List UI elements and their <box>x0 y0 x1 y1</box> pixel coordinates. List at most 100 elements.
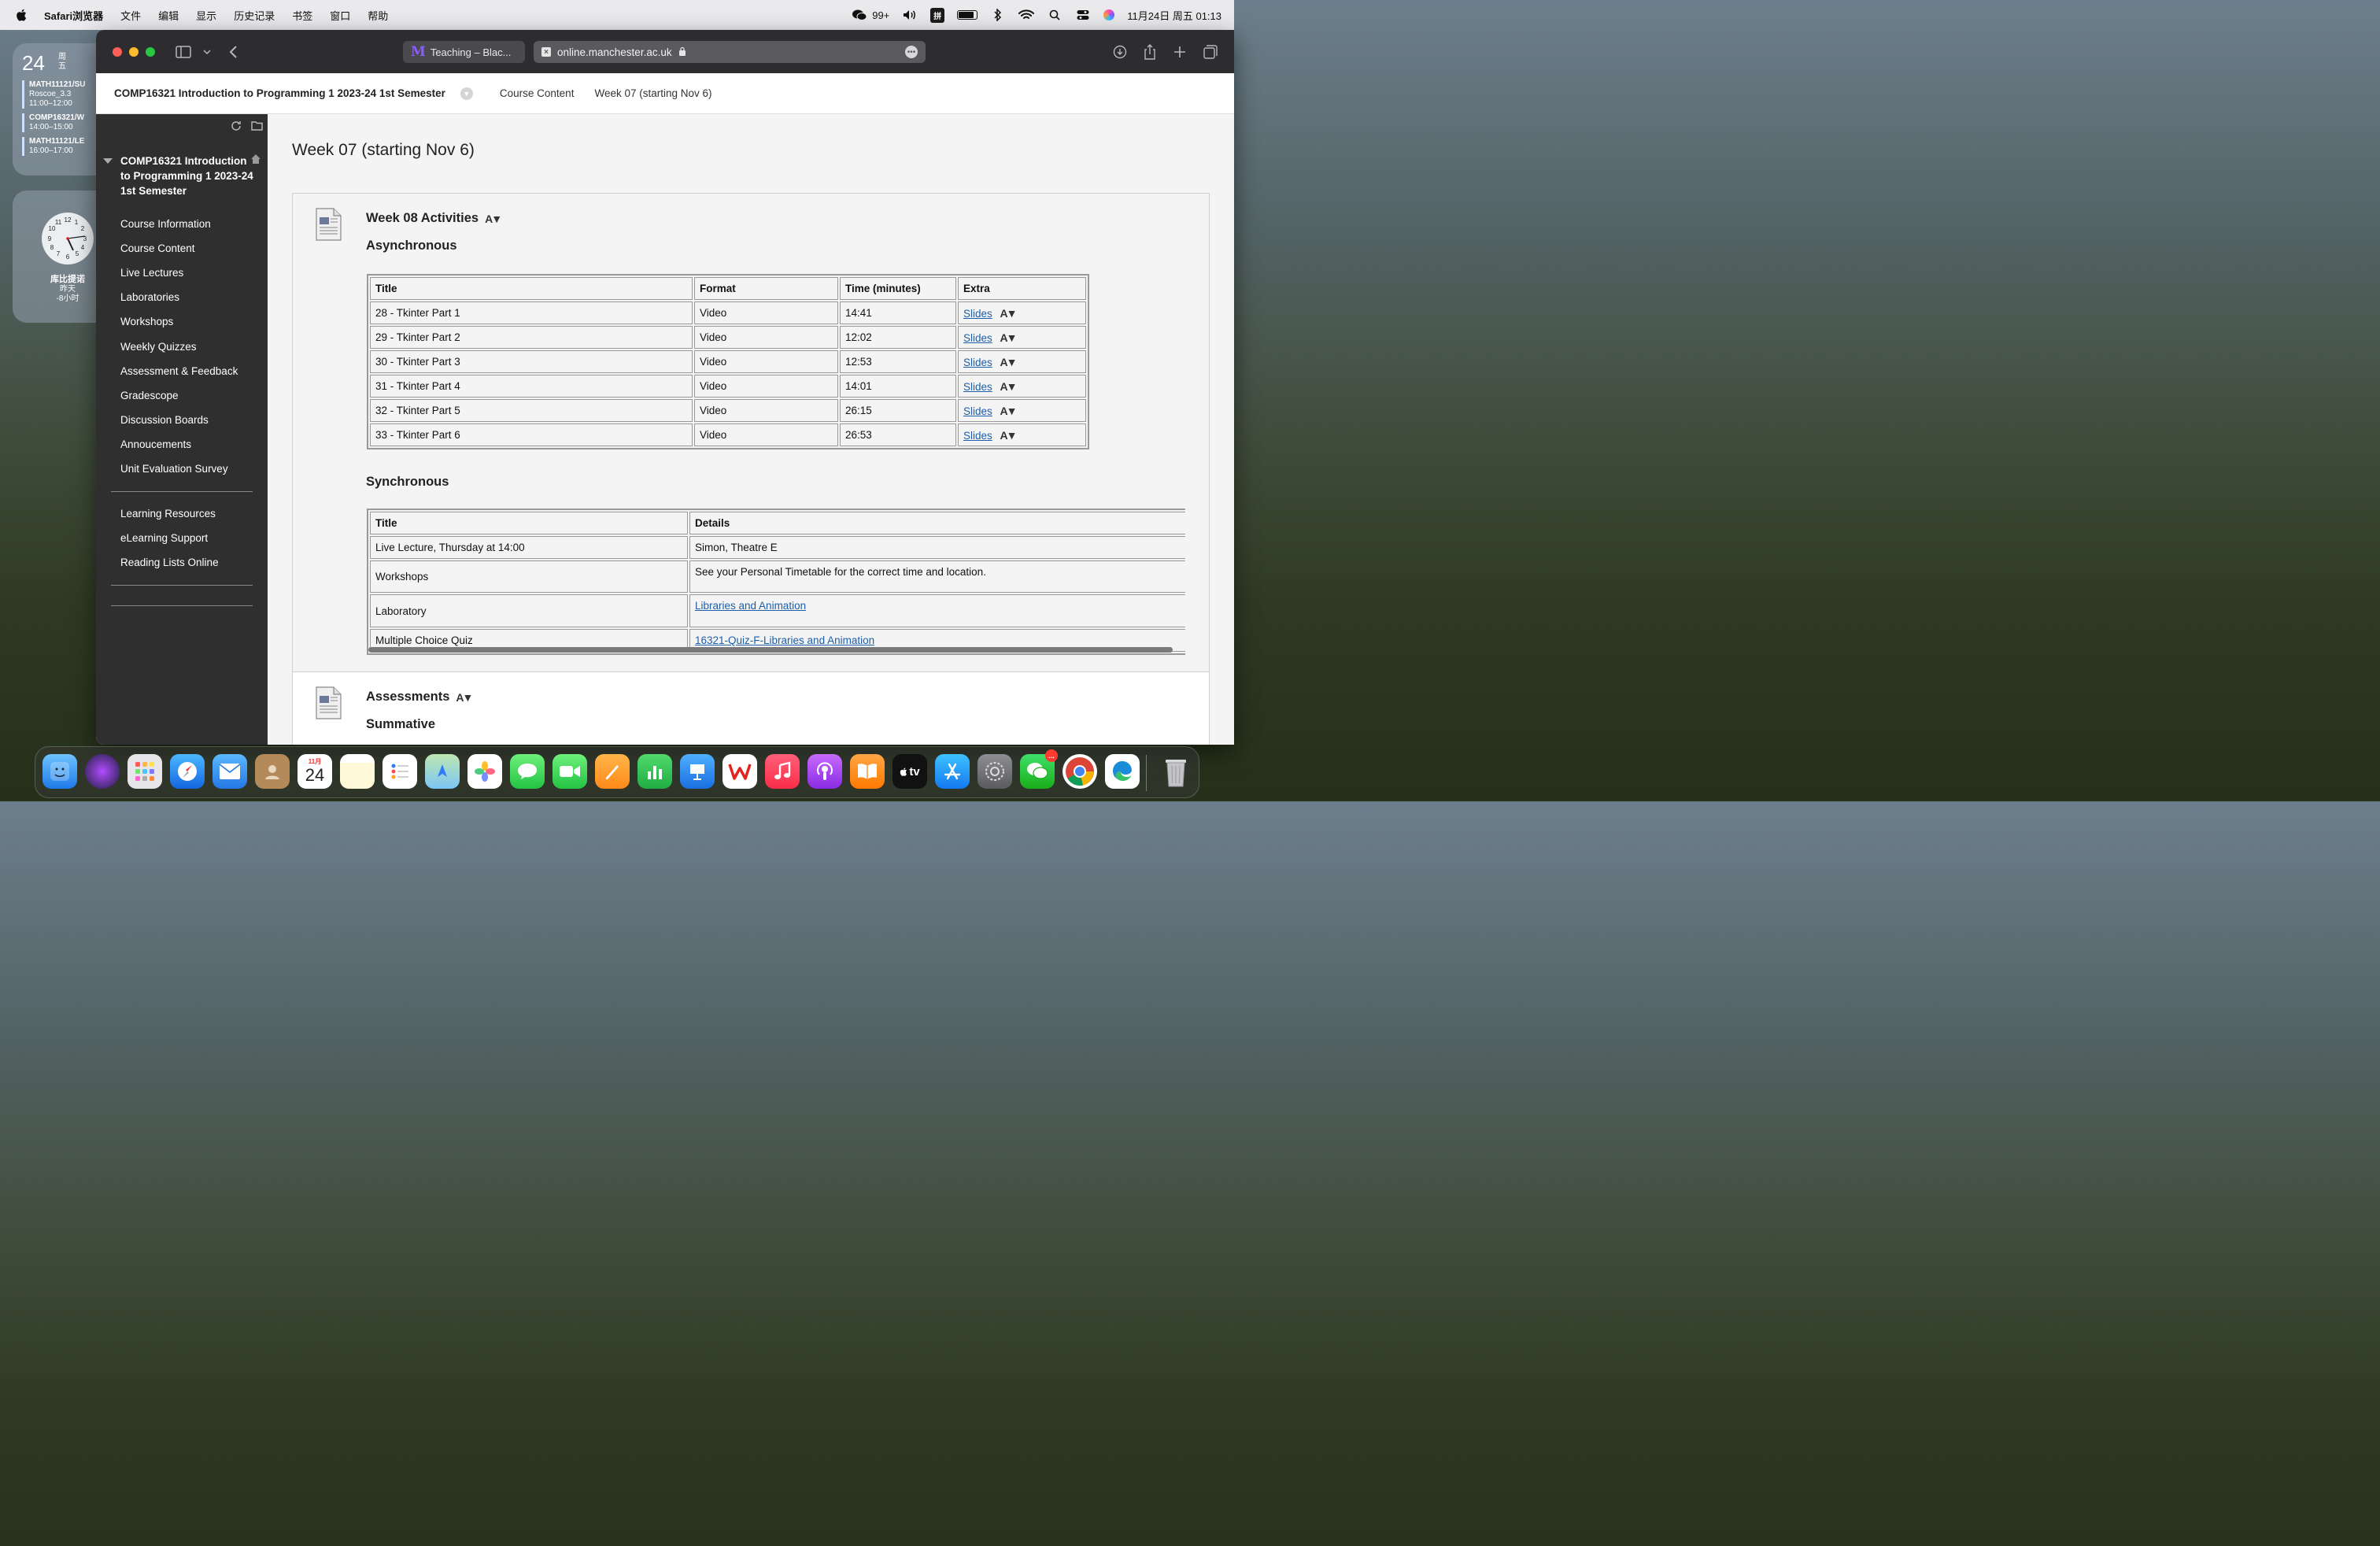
menu-history[interactable]: 历史记录 <box>234 8 275 23</box>
sync-table-scroll-area[interactable]: Title Details Live Lecture, Thursday at … <box>367 509 1185 655</box>
new-tab-icon[interactable] <box>1171 43 1188 61</box>
sidebar-item-laboratories[interactable]: Laboratories <box>120 285 238 309</box>
sidebar-item-reading-lists[interactable]: Reading Lists Online <box>120 550 219 575</box>
music-icon[interactable] <box>765 754 800 789</box>
sidebar-item-weekly-quizzes[interactable]: Weekly Quizzes <box>120 334 238 358</box>
sidebar-course-name[interactable]: COMP16321 Introduction to Programming 1 … <box>120 153 254 198</box>
more-options-icon[interactable]: ••• <box>905 46 918 58</box>
trash-icon[interactable] <box>1159 754 1193 789</box>
minimize-window-button[interactable] <box>129 47 139 57</box>
menu-window[interactable]: 窗口 <box>330 8 350 23</box>
menu-file[interactable]: 文件 <box>120 8 141 23</box>
sidebar-item-assessment-feedback[interactable]: Assessment & Feedback <box>120 359 238 383</box>
close-window-button[interactable] <box>113 47 122 57</box>
browser-tab[interactable]: M Teaching – Blac... <box>403 41 525 63</box>
wechat-status-icon[interactable] <box>852 9 867 21</box>
wifi-icon[interactable] <box>1018 9 1035 21</box>
laboratory-link[interactable]: Libraries and Animation <box>695 600 806 612</box>
sidebar-item-workshops[interactable]: Workshops <box>120 309 238 334</box>
facetime-icon[interactable] <box>552 754 587 789</box>
share-icon[interactable] <box>1141 43 1159 61</box>
sidebar-item-course-content[interactable]: Course Content <box>120 236 238 261</box>
books-icon[interactable] <box>850 754 885 789</box>
slides-link[interactable]: Slides <box>963 332 992 344</box>
finder-icon[interactable] <box>42 754 77 789</box>
sort-order-icon[interactable]: A▼ <box>1000 331 1018 344</box>
item-title[interactable]: Assessments A▼ <box>366 690 473 705</box>
sort-order-icon[interactable]: A▼ <box>1000 405 1018 417</box>
zoom-window-button[interactable] <box>146 47 155 57</box>
pages-icon[interactable] <box>595 754 630 789</box>
chrome-icon[interactable] <box>1062 754 1097 789</box>
mail-icon[interactable] <box>213 754 247 789</box>
sidebar-item-learning-resources[interactable]: Learning Resources <box>120 501 219 526</box>
launchpad-icon[interactable] <box>128 754 162 789</box>
folder-view-icon[interactable] <box>251 120 263 134</box>
item-title[interactable]: Week 08 Activities A▼ <box>366 211 502 226</box>
messages-icon[interactable] <box>510 754 545 789</box>
chevron-down-icon[interactable] <box>198 43 216 61</box>
close-tab-icon[interactable]: × <box>541 47 551 57</box>
app-store-icon[interactable] <box>935 754 970 789</box>
wps-office-icon[interactable] <box>722 754 757 789</box>
edge-icon[interactable] <box>1105 754 1140 789</box>
course-menu-chevron-icon[interactable]: ▼ <box>460 87 473 100</box>
menu-edit[interactable]: 编辑 <box>158 8 179 23</box>
photos-icon[interactable] <box>468 754 502 789</box>
app-name-menu[interactable]: Safari浏览器 <box>44 8 103 23</box>
sort-order-icon[interactable]: A▼ <box>1000 356 1018 368</box>
item-title-text[interactable]: Assessments <box>366 690 449 705</box>
slides-link[interactable]: Slides <box>963 405 992 417</box>
refresh-icon[interactable] <box>231 120 242 134</box>
control-center-icon[interactable] <box>1075 9 1091 21</box>
calendar-app-icon[interactable]: 11月 24 <box>298 754 332 789</box>
input-method-badge[interactable]: 拼 <box>930 7 945 23</box>
home-icon[interactable] <box>250 153 261 167</box>
menu-view[interactable]: 显示 <box>196 8 216 23</box>
volume-icon[interactable] <box>902 9 918 21</box>
quiz-link[interactable]: 16321-Quiz-F-Libraries and Animation <box>695 634 874 646</box>
battery-icon[interactable] <box>957 10 978 20</box>
item-title-text[interactable]: Week 08 Activities <box>366 211 479 226</box>
menubar-clock[interactable]: 11月24日 周五 01:13 <box>1127 8 1221 23</box>
apple-logo-icon[interactable] <box>16 8 28 22</box>
siri-icon[interactable] <box>1103 9 1115 20</box>
safari-app-icon[interactable] <box>170 754 205 789</box>
sidebar-item-announcements[interactable]: Annoucements <box>120 432 238 457</box>
collapse-caret-icon[interactable] <box>103 158 113 164</box>
slides-link[interactable]: Slides <box>963 381 992 393</box>
sidebar-item-unit-evaluation-survey[interactable]: Unit Evaluation Survey <box>120 457 238 481</box>
sort-order-icon[interactable]: A▼ <box>485 213 502 225</box>
system-settings-icon[interactable] <box>978 754 1012 789</box>
address-bar[interactable]: × online.manchester.ac.uk ••• <box>534 41 926 63</box>
notes-icon[interactable] <box>340 754 375 789</box>
back-icon[interactable] <box>225 43 242 61</box>
sort-order-icon[interactable]: A▼ <box>456 691 473 704</box>
spotlight-search-icon[interactable] <box>1047 9 1062 21</box>
tab-overview-icon[interactable] <box>1202 43 1219 61</box>
numbers-icon[interactable] <box>638 754 672 789</box>
sidebar-toggle-icon[interactable] <box>175 43 192 61</box>
wechat-icon[interactable]: ... <box>1020 749 1058 789</box>
keynote-icon[interactable] <box>680 754 715 789</box>
bluetooth-icon[interactable] <box>990 9 1006 21</box>
sort-order-icon[interactable]: A▼ <box>1000 380 1018 393</box>
menu-bookmarks[interactable]: 书签 <box>292 8 312 23</box>
contacts-icon[interactable] <box>255 754 290 789</box>
course-title[interactable]: COMP16321 Introduction to Programming 1 … <box>114 87 445 99</box>
slides-link[interactable]: Slides <box>963 308 992 320</box>
sidebar-item-course-information[interactable]: Course Information <box>120 212 238 236</box>
downloads-icon[interactable] <box>1111 43 1129 61</box>
apple-tv-icon[interactable]: tv <box>893 754 927 789</box>
menu-help[interactable]: 帮助 <box>368 8 388 23</box>
siri-app-icon[interactable] <box>85 754 120 789</box>
breadcrumb-course-content[interactable]: Course Content <box>500 87 575 99</box>
sidebar-item-discussion-boards[interactable]: Discussion Boards <box>120 408 238 432</box>
sidebar-item-gradescope[interactable]: Gradescope <box>120 383 238 408</box>
sort-order-icon[interactable]: A▼ <box>1000 307 1018 320</box>
sort-order-icon[interactable]: A▼ <box>1000 429 1018 442</box>
slides-link[interactable]: Slides <box>963 430 992 442</box>
horizontal-scrollbar[interactable] <box>368 647 1173 653</box>
reminders-icon[interactable] <box>382 754 417 789</box>
podcasts-icon[interactable] <box>808 754 842 789</box>
